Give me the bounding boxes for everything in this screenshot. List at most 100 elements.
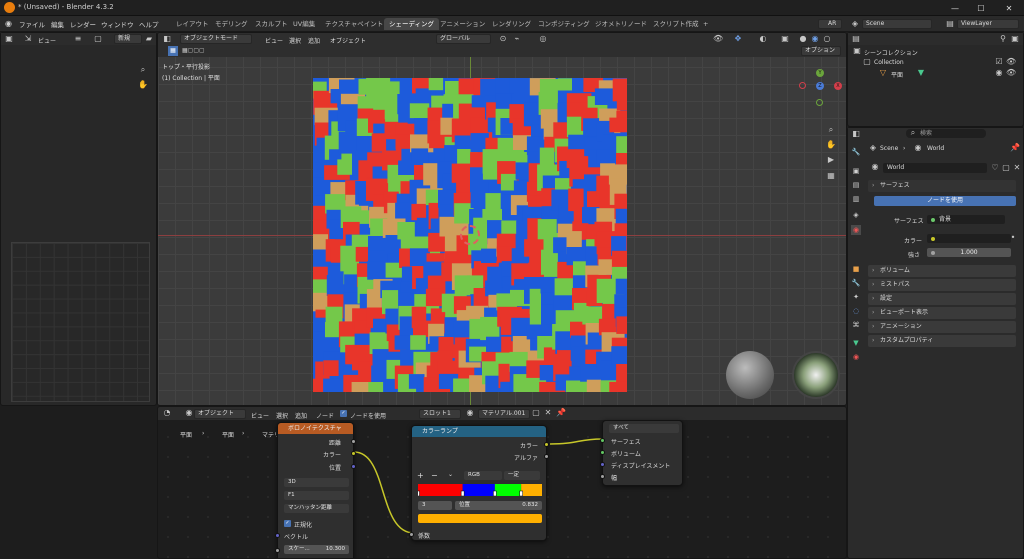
open-folder-icon[interactable]: ▰ — [144, 34, 154, 44]
3d-cursor-icon[interactable] — [460, 225, 480, 245]
data-tab-icon[interactable]: ▼ — [851, 338, 861, 348]
render-tab-icon[interactable]: ▣ — [851, 166, 861, 176]
menu-help[interactable]: ヘルプ — [139, 19, 159, 29]
gizmo-z-axis[interactable]: Z — [816, 82, 824, 90]
tab-texture-paint[interactable]: テクスチャペイント — [320, 18, 388, 30]
voronoi-dimensions-dropdown[interactable]: 3D — [284, 478, 349, 487]
properties-type-icon[interactable]: ◧ — [851, 129, 861, 139]
object-mode-selector[interactable]: オブジェクトモード — [180, 34, 252, 44]
shading-material-icon[interactable]: ◉ — [810, 34, 820, 44]
world-tab-icon[interactable]: ◉ — [851, 225, 861, 235]
navigation-gizmo[interactable]: Y X Z — [796, 69, 846, 119]
gizmo-neg-x[interactable] — [799, 82, 806, 89]
view-pan-icon[interactable]: ✋ — [138, 80, 148, 90]
normalize-checkbox[interactable]: ✓ — [284, 520, 291, 527]
voronoi-node-header[interactable]: ボロノイテクスチャ — [278, 423, 353, 434]
ramp-alpha-socket[interactable] — [544, 454, 549, 459]
voronoi-feature-dropdown[interactable]: F1 — [284, 491, 349, 500]
collection-visibility-icon[interactable]: 👁 — [1006, 57, 1016, 67]
properties-search[interactable]: 検索 — [906, 129, 986, 138]
material-tab-icon[interactable]: ◉ — [851, 352, 861, 362]
new-collection-icon[interactable]: ▣ — [1010, 34, 1020, 44]
ar-button[interactable]: AR — [818, 19, 842, 29]
settings-panel-header[interactable]: 設定 — [868, 293, 1016, 305]
tab-layout[interactable]: レイアウト — [171, 18, 214, 30]
tab-modeling[interactable]: モデリング — [210, 18, 253, 30]
output-tab-icon[interactable]: ▤ — [851, 180, 861, 190]
view-zoom-icon[interactable]: ⌕ — [138, 65, 148, 75]
gizmo-neg-y[interactable] — [816, 99, 823, 106]
mist-pass-panel-header[interactable]: ミストパス — [868, 279, 1016, 291]
ramp-add-stop-button[interactable]: + — [417, 471, 424, 480]
outliner-type-icon[interactable]: ▤ — [851, 34, 861, 44]
snap-icon[interactable]: ⌁ — [512, 34, 522, 44]
menu-edit[interactable]: 編集 — [51, 19, 64, 29]
shading-rendered-icon[interactable]: ○ — [822, 34, 832, 44]
world-browse-icon[interactable]: ◉ — [870, 162, 880, 172]
scene-collection-label[interactable]: シーンコレクション — [864, 48, 918, 57]
pan-hand-icon[interactable]: ✋ — [826, 140, 836, 150]
output-surface-socket[interactable] — [600, 438, 605, 443]
world-output-node[interactable]: すべて サーフェス ボリューム ディスプレイスメント 幅 — [600, 420, 683, 486]
list-icon[interactable]: ≡ — [73, 34, 83, 44]
object-camera-icon[interactable]: ◉ — [994, 68, 1004, 78]
image-browse-icon[interactable]: ▢ — [93, 34, 103, 44]
view-layer-selector[interactable]: ViewLayer — [957, 19, 1019, 29]
gizmo-y-axis[interactable]: Y — [816, 69, 824, 77]
scene-selector[interactable]: Scene — [862, 19, 932, 29]
menu-render[interactable]: レンダー — [70, 19, 96, 29]
new-image-button[interactable]: 新規 — [114, 34, 142, 44]
voronoi-metric-dropdown[interactable]: マンハッタン距離 — [284, 504, 349, 513]
viewport-menu-select[interactable]: 選択 — [289, 36, 301, 45]
cursor-tool-icon[interactable]: ⇲ — [23, 34, 33, 44]
animation-panel-header[interactable]: アニメーション — [868, 321, 1016, 333]
menu-file[interactable]: ファイル — [19, 19, 45, 29]
physics-tab-icon[interactable]: ◌ — [851, 306, 861, 316]
volume-panel-header[interactable]: ボリューム — [868, 265, 1016, 277]
menu-window[interactable]: ウィンドウ — [101, 19, 134, 29]
select-mode-icon[interactable]: ▦▢▢▢ — [182, 46, 205, 56]
viewport-options-button[interactable]: オプション — [801, 46, 841, 56]
tab-shading[interactable]: シェーディング — [384, 18, 440, 30]
ramp-interpolation-dropdown[interactable]: 一定 — [504, 471, 540, 480]
pin-icon[interactable]: 📌 — [1010, 143, 1020, 153]
voronoi-scale-field[interactable]: スケー... 10.300 — [284, 545, 349, 554]
editor-type-icon[interactable]: ◧ — [162, 34, 172, 44]
voronoi-position-socket[interactable] — [351, 464, 356, 469]
visibility-icon[interactable]: 👁 — [713, 34, 723, 44]
select-box-tool-icon[interactable]: ▦ — [168, 46, 178, 56]
filter-icon[interactable]: ⚲ — [998, 34, 1008, 44]
xray-icon[interactable]: ▣ — [780, 34, 790, 44]
close-button[interactable]: ✕ — [994, 0, 1024, 16]
viewport-menu-add[interactable]: 追加 — [308, 36, 320, 45]
tool-tab-icon[interactable]: 🔧 — [851, 147, 861, 157]
blender-menu-icon[interactable]: ◉ — [5, 19, 15, 29]
strength-field[interactable]: 1.000 — [927, 248, 1011, 257]
tab-geometry-nodes[interactable]: ジオメトリノード — [590, 18, 652, 30]
maximize-button[interactable]: ☐ — [966, 0, 996, 16]
tab-animation[interactable]: アニメーション — [435, 18, 490, 30]
scene-tab-icon[interactable]: ◈ — [851, 210, 861, 220]
world-name-field[interactable]: World — [883, 163, 987, 173]
ramp-fac-socket[interactable] — [409, 532, 414, 537]
add-workspace-button[interactable]: + — [698, 18, 713, 30]
pivot-icon[interactable]: ⊙ — [498, 34, 508, 44]
color-ramp-node-header[interactable]: カラーランプ — [412, 426, 546, 437]
image-editor-type-icon[interactable]: ▣ — [4, 34, 14, 44]
voronoi-scale-socket[interactable] — [275, 548, 280, 553]
duplicate-world-icon[interactable]: ▢ — [1001, 163, 1011, 173]
ramp-remove-stop-button[interactable]: − — [431, 471, 438, 480]
custom-properties-panel-header[interactable]: カスタムプロパティ — [868, 335, 1016, 347]
ramp-menu-icon[interactable]: ⌄ — [448, 471, 453, 478]
collection-label[interactable]: Collection — [874, 59, 904, 66]
image-view-menu[interactable]: ビュー — [38, 36, 56, 45]
overlay-icon[interactable]: ◐ — [758, 34, 768, 44]
fake-user-icon[interactable]: ♡ — [990, 163, 1000, 173]
surface-panel-header[interactable]: サーフェス — [868, 180, 1016, 192]
ramp-color-socket[interactable] — [544, 442, 549, 447]
output-volume-socket[interactable] — [600, 450, 605, 455]
voronoi-vector-socket[interactable] — [275, 533, 280, 538]
output-displacement-socket[interactable] — [600, 462, 605, 467]
color-swatch[interactable] — [927, 234, 1011, 243]
object-tab-icon[interactable]: ■ — [851, 264, 861, 274]
